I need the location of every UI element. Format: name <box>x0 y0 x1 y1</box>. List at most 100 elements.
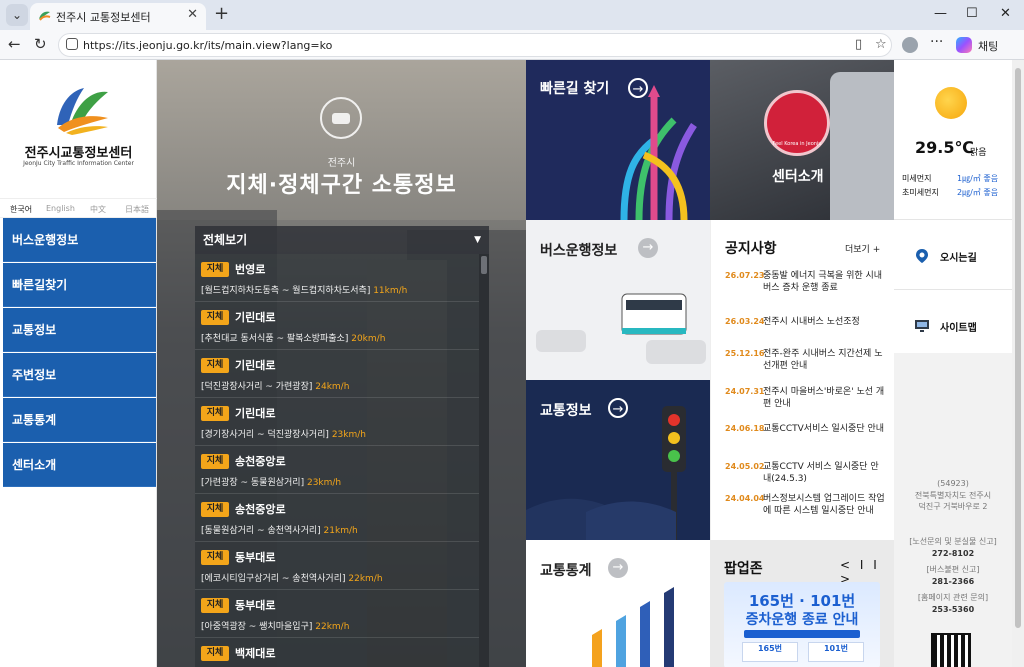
nav-traffic-info[interactable]: 교통정보 <box>3 308 156 352</box>
notice-item[interactable]: 26.03.24 전주시 시내버스 노선조정 <box>725 316 885 336</box>
bus-info-tile[interactable]: 버스운행정보 → <box>526 220 710 380</box>
fine-dust-value: 1㎍/㎥ 좋음 <box>957 174 999 183</box>
popup-route-165: 165번 <box>742 642 798 662</box>
maximize-icon[interactable]: ☐ <box>966 6 978 21</box>
lang-korean[interactable]: 한국어 <box>10 204 32 215</box>
url-text: https://its.jeonju.go.kr/its/main.view?l… <box>83 39 333 52</box>
reload-icon[interactable]: ↻ <box>34 35 47 53</box>
lang-japanese[interactable]: 日本語 <box>125 204 149 215</box>
weather-condition: 맑음 <box>970 148 987 158</box>
close-tab-icon[interactable]: ✕ <box>187 7 198 22</box>
popup-banner[interactable]: 165번 · 101번 증차운행 종료 안내 165번 101번 <box>724 582 880 667</box>
congestion-item[interactable]: 지체 송천중앙로 [동물원삼거리 ~ 송천역사거리] 21km/h <box>195 494 479 542</box>
minimize-icon[interactable]: — <box>934 6 947 21</box>
traffic-info-tile[interactable]: 교통정보 → <box>526 380 710 540</box>
favorite-star-icon[interactable]: ☆ <box>875 37 887 52</box>
status-badge: 지체 <box>201 262 229 277</box>
road-section: [덕진광장사거리 ~ 가련광장] 24km/h <box>201 382 350 392</box>
road-speed: 23km/h <box>331 430 366 440</box>
qr-code-icon[interactable] <box>931 633 971 667</box>
notice-more-link[interactable]: 더보기 + <box>845 242 880 255</box>
address-bar[interactable]: https://its.jeonju.go.kr/its/main.view?l… <box>58 33 892 57</box>
notice-item[interactable]: 24.04.04 버스정보시스템 업그레이드 작업에 따른 시스템 일시중단 안내 <box>725 493 885 533</box>
notice-text: 교통CCTV서비스 일시중단 안내 <box>763 424 885 434</box>
brand-title: 전주시교통정보센터 <box>24 146 133 161</box>
contact-label-1: [노선문의 및 분실물 신고] <box>909 537 997 546</box>
road-speed: 22km/h <box>315 622 350 632</box>
sitemap-icon <box>915 320 929 332</box>
road-section: [가련광장 ~ 동물원삼거리] 23km/h <box>201 478 342 488</box>
congestion-list: 지체 번영로 [월드컵지하차도동측 ~ 월드컵지하차도서측] 11km/h 지체… <box>195 254 489 667</box>
site-info-icon[interactable] <box>66 38 78 50</box>
more-menu-icon[interactable]: ··· <box>930 34 943 50</box>
profile-avatar[interactable] <box>902 37 918 53</box>
congestion-item[interactable]: 지체 기린대로 [경기장사거리 ~ 덕진광장사거리] 23km/h <box>195 398 479 446</box>
popup-line1: 165번 · 101번 <box>748 592 856 610</box>
browser-tab[interactable]: 전주시 교통정보센터 ✕ <box>30 3 206 30</box>
lang-english[interactable]: English <box>46 204 75 213</box>
site-logo[interactable]: 전주시교통정보센터 JeonJu City Traffic Informatio… <box>0 60 157 193</box>
hero-title: 지체·정체구간 소통정보 <box>226 173 457 198</box>
nav-center-intro[interactable]: 센터소개 <box>3 443 156 487</box>
road-speed: 22km/h <box>348 574 383 584</box>
copilot-icon[interactable] <box>956 37 972 53</box>
directions-link[interactable]: 오시는길 <box>894 220 1012 290</box>
ultra-fine-dust-value: 2㎍/㎥ 좋음 <box>957 188 999 197</box>
congestion-item[interactable]: 지체 기린대로 [덕진광장사거리 ~ 가련광장] 24km/h <box>195 350 479 398</box>
congestion-item[interactable]: 지체 백제대로 <box>195 638 479 667</box>
popup-bar <box>744 630 860 638</box>
back-icon[interactable]: ← <box>8 35 21 53</box>
bus-image <box>830 72 894 220</box>
status-badge: 지체 <box>201 646 229 661</box>
ultra-fine-dust-row: 초미세먼지 2㎍/㎥ 좋음 <box>902 187 998 198</box>
page-scrollbar[interactable] <box>1012 60 1024 667</box>
arrow-right-icon: → <box>608 558 628 578</box>
sitemap-link[interactable]: 사이트맵 <box>894 290 1012 360</box>
tab-menu-button[interactable]: ⌄ <box>6 4 28 26</box>
notice-date: 25.12.16 <box>725 349 765 358</box>
nav-route-finder[interactable]: 빠른길찾기 <box>3 263 156 307</box>
road-section: [월드컵지하차도동측 ~ 월드컵지하차도서측] 11km/h <box>201 286 408 296</box>
nav-nearby-info[interactable]: 주변정보 <box>3 353 156 397</box>
map-pin-icon <box>916 249 928 263</box>
road-name: 동부대로 <box>235 551 276 564</box>
road-filter-select[interactable]: 전체보기 ▼ <box>195 226 489 254</box>
traffic-stats-tile[interactable]: 교통통계 → <box>526 540 710 667</box>
route-finder-tile[interactable]: 빠른길 찾기 → <box>526 60 710 220</box>
notice-item[interactable]: 24.06.18 교통CCTV서비스 일시중단 안내 <box>725 423 885 453</box>
notice-item[interactable]: 25.12.16 전주-완주 시내버스 지간선제 노선개편 안내 <box>725 348 885 378</box>
sitemap-label: 사이트맵 <box>940 323 977 334</box>
congestion-item[interactable]: 지체 동부대로 [아중역광장 ~ 쌩치마을입구] 22km/h <box>195 590 479 638</box>
notice-item[interactable]: 26.07.23 중동발 에너지 극복을 위한 시내버스 증차 운행 종료 <box>725 270 885 300</box>
address-line1: 전북특별자치도 전주시 <box>914 491 992 500</box>
list-scrollbar[interactable] <box>479 254 489 667</box>
center-intro-tile[interactable]: Feel Korea in Jeonju 센터소개 <box>710 60 894 220</box>
chat-label[interactable]: 채팅 <box>978 38 998 54</box>
close-window-icon[interactable]: ✕ <box>1000 6 1011 21</box>
contact-info: (54923) 전북특별자치도 전주시 덕진구 거북바우로 2 [노선문의 및 … <box>894 353 1012 667</box>
road-section: [추천대교 동서식품 ~ 팔복소방파출소] 20km/h <box>201 334 386 344</box>
nav-bus-info[interactable]: 버스운행정보 <box>3 218 156 262</box>
reader-mode-icon[interactable]: ▯ <box>855 37 862 52</box>
new-tab-icon[interactable]: + <box>214 3 229 24</box>
contact-label-2: [버스불편 신고] <box>926 565 980 574</box>
center-tile-title: 센터소개 <box>772 169 824 185</box>
notice-item[interactable]: 24.07.31 전주시 마을버스'바로온' 노선 개편 안내 <box>725 386 885 416</box>
road-name: 기린대로 <box>235 311 276 324</box>
nav-traffic-stats[interactable]: 교통통계 <box>3 398 156 442</box>
congestion-panel: 전주시 지체·정체구간 소통정보 전체보기 ▼ 지체 번영로 [월드컵지하차도동… <box>157 60 526 667</box>
notice-date: 24.04.04 <box>725 494 765 503</box>
contact-phone-3: 253-5360 <box>931 605 975 614</box>
contact-phone-2: 281-2366 <box>931 577 975 586</box>
congestion-item[interactable]: 지체 번영로 [월드컵지하차도동측 ~ 월드컵지하차도서측] 11km/h <box>195 254 479 302</box>
notice-panel: 공지사항 더보기 + 26.07.23 중동발 에너지 극복을 위한 시내버스 증… <box>710 220 894 540</box>
congestion-item[interactable]: 지체 기린대로 [추천대교 동서식품 ~ 팔복소방파출소] 20km/h <box>195 302 479 350</box>
popup-zone: 팝업존 < I I > 165번 · 101번 증차운행 종료 안내 165번 … <box>710 540 894 667</box>
notice-item[interactable]: 24.05.02 교통CCTV 서비스 일시중단 안내(24.5.3) <box>725 461 885 491</box>
notice-text: 전주시 마을버스'바로온' 노선 개편 안내 <box>763 387 885 409</box>
lang-chinese[interactable]: 中文 <box>90 204 106 215</box>
sun-icon <box>935 87 967 119</box>
popup-line2: 증차운행 종료 안내 <box>745 612 859 628</box>
congestion-item[interactable]: 지체 송천중앙로 [가련광장 ~ 동물원삼거리] 23km/h <box>195 446 479 494</box>
congestion-item[interactable]: 지체 동부대로 [에코시티입구삼거리 ~ 송천역사거리] 22km/h <box>195 542 479 590</box>
